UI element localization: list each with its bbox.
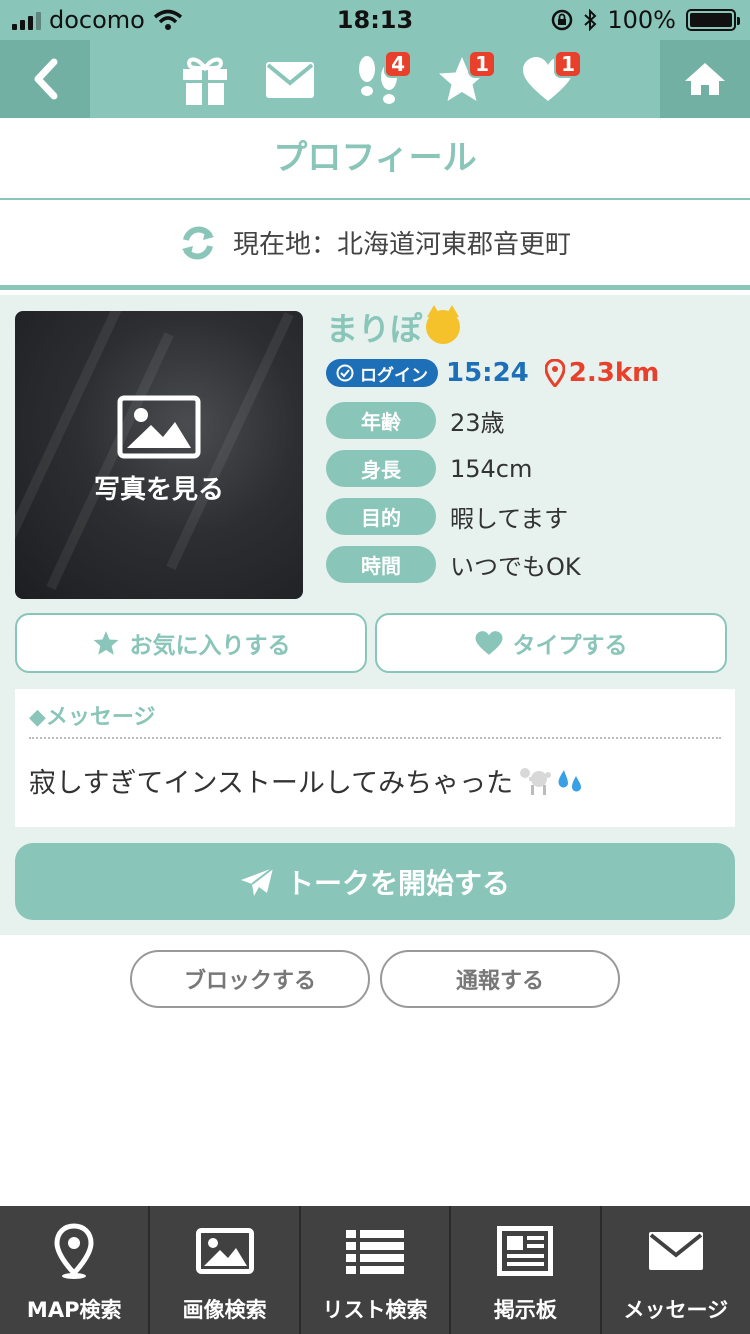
map-pin-icon [544,359,565,387]
sweat-drops-icon [558,769,582,791]
attribute-value: 23歳 [450,409,505,437]
footprint-badge: 4 [384,50,412,78]
report-button[interactable]: 通報する [380,950,620,1008]
profile-area: 写真を見る まりぽ ログイン 15:24 2.3km 年齢 23歳 身長 154… [0,295,750,935]
status-right: 100% [551,6,740,34]
tab-label: MAP検索 [26,1298,122,1322]
profile-name: まりぽ [326,310,423,348]
login-time: 15:24 [446,358,529,388]
home-button[interactable] [660,40,750,118]
tab-bulletin-board[interactable]: 掲示板 [451,1206,602,1334]
start-talk-button[interactable]: トークを開始する [15,843,735,920]
tab-label: リスト検索 [322,1298,428,1322]
status-bar: docomo 18:13 100% [0,0,750,40]
start-talk-label: トークを開始する [285,866,510,900]
gift-button[interactable] [175,52,235,108]
tab-label: 掲示板 [493,1298,557,1322]
battery-icon [686,9,740,31]
chevron-left-icon [34,58,58,100]
newspaper-icon [497,1226,554,1276]
check-circle-icon [336,364,354,382]
favorite-button[interactable]: お気に入りする [15,613,367,673]
favorite-label: お気に入りする [129,633,291,659]
star-badge: 1 [468,50,496,78]
image-icon [117,395,201,459]
attribute-value: いつでもOK [450,553,581,581]
profile-name-row: まりぽ [326,305,736,348]
attribute-row-age: 年齢 23歳 [326,402,736,439]
profile-info: まりぽ ログイン 15:24 2.3km 年齢 23歳 身長 154cm 目的 … [326,305,736,583]
attribute-value: 暇してます [450,505,569,533]
envelope-icon [648,1232,703,1270]
tab-label: メッセージ [623,1298,729,1322]
bluetooth-icon [584,9,597,31]
attribute-row-purpose: 目的 暇してます [326,498,736,535]
image-icon [195,1228,254,1274]
attribute-row-time: 時間 いつでもOK [326,546,736,583]
location-row[interactable]: 現在地：北海道河東郡音更町 [0,200,750,290]
view-photo-label: 写真を見る [93,475,224,505]
cat-emoji-icon [426,305,461,344]
block-button[interactable]: ブロックする [130,950,370,1008]
gift-icon [183,57,227,105]
view-photo-overlay[interactable]: 写真を見る [15,395,303,506]
attribute-value: 154cm [450,454,533,483]
star-button[interactable]: 1 [432,50,496,108]
like-type-button[interactable]: タイプする [375,613,727,673]
page-title: プロフィール [0,118,750,200]
distance-value: 2.3km [568,358,660,388]
nav-icon-group: 4 1 1 [160,40,590,118]
attribute-label: 年齢 [326,402,436,439]
list-icon [346,1230,405,1274]
tab-bar: MAP検索 画像検索 リスト検索 掲示板 メッセージ [0,1206,750,1334]
mail-icon [266,62,314,98]
tab-list-search[interactable]: リスト検索 [301,1206,452,1334]
attribute-label: 時間 [326,546,436,583]
message-text-row: 寂しすぎてインストールしてみちゃった [29,761,585,800]
nav-bar: 4 1 1 [0,40,750,118]
tab-label: 画像検索 [182,1298,267,1322]
orientation-lock-icon [552,9,573,31]
heart-icon [475,630,502,655]
paper-plane-icon [240,866,274,896]
location-text: 現在地：北海道河東郡音更町 [232,230,571,260]
type-label: タイプする [512,633,628,659]
battery-percent: 100% [607,6,676,34]
mail-button[interactable] [260,52,320,108]
heart-badge: 1 [554,50,582,78]
refresh-icon[interactable] [179,224,217,262]
login-label: ログイン [360,365,428,386]
attribute-row-height: 身長 154cm [326,450,736,487]
message-box: ◆メッセージ 寂しすぎてインストールしてみちゃった [15,689,735,827]
tab-messages[interactable]: メッセージ [602,1206,750,1334]
message-divider [29,737,721,739]
attribute-label: 身長 [326,450,436,487]
tab-image-search[interactable]: 画像検索 [150,1206,301,1334]
home-icon [685,63,725,95]
login-row: ログイン 15:24 2.3km [326,355,736,391]
profile-photo[interactable]: 写真を見る [15,311,303,599]
report-label: 通報する [455,969,544,994]
block-label: ブロックする [183,969,316,994]
message-heading: ◆メッセージ [29,705,156,730]
footprint-button[interactable]: 4 [348,50,412,108]
back-button[interactable] [0,40,90,118]
star-icon [93,630,118,655]
login-badge: ログイン [326,359,438,387]
map-pin-icon [54,1223,94,1279]
poodle-emoji-icon [520,767,552,795]
message-text: 寂しすぎてインストールしてみちゃった [29,768,514,799]
attribute-label: 目的 [326,498,436,535]
distance: 2.3km [544,358,660,388]
heart-button[interactable]: 1 [518,50,582,108]
tab-map-search[interactable]: MAP検索 [0,1206,151,1334]
